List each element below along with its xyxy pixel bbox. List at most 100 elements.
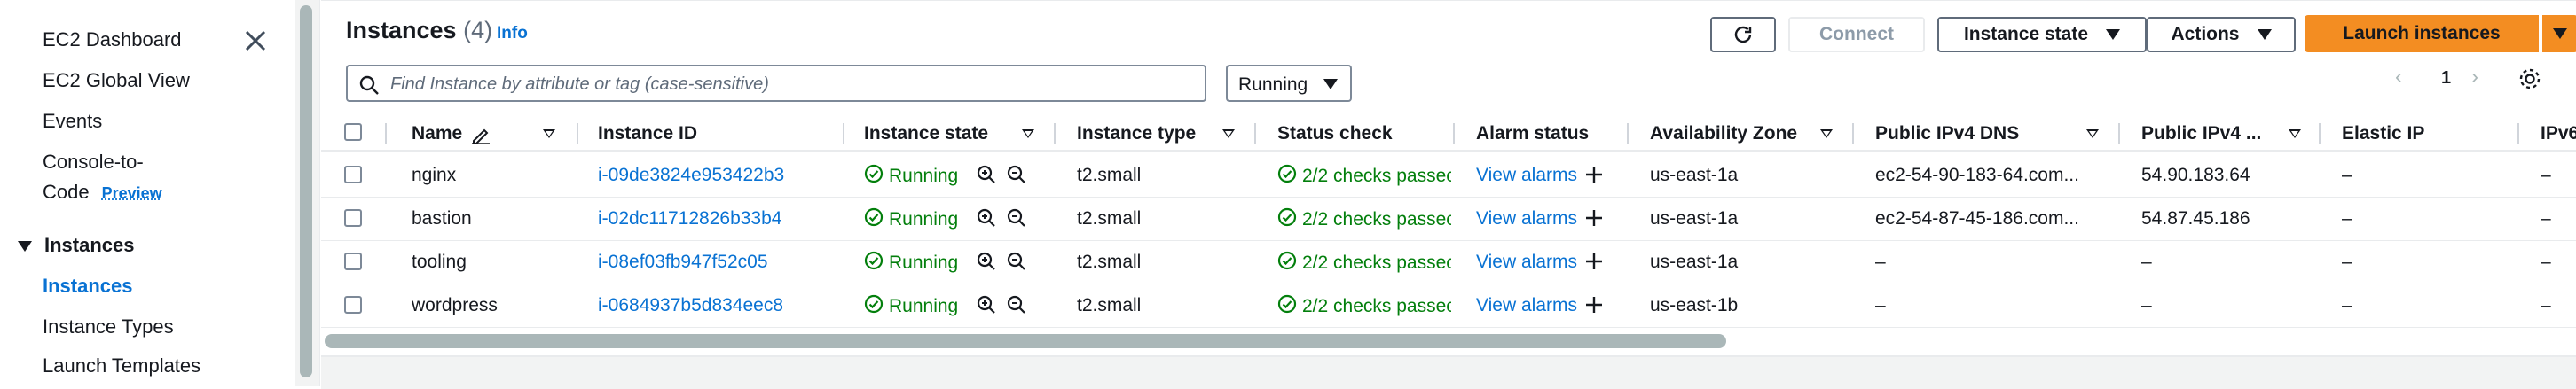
page-number[interactable]: 1	[2441, 68, 2451, 89]
gear-icon[interactable]	[2517, 66, 2542, 91]
instance-type: t2.small	[1077, 165, 1142, 185]
details-split-panel	[321, 355, 2576, 389]
column-header-instance-state[interactable]: Instance state	[864, 123, 988, 144]
public-ipv4-dns: ec2-54-87-45-186.com...	[1875, 208, 2079, 229]
sidebar-item-console-to-code[interactable]: Console-to-	[43, 151, 144, 174]
instance-state-text: Running	[889, 166, 959, 186]
column-header-availability-zone[interactable]: Availability Zone	[1650, 123, 1797, 144]
row-checkbox[interactable]	[344, 166, 362, 183]
sort-icon[interactable]	[1222, 129, 1235, 138]
column-divider	[385, 123, 387, 144]
sidebar-item-ec2-global-view[interactable]: EC2 Global View	[43, 69, 190, 92]
instance-name: wordpress	[412, 295, 498, 315]
elastic-ip: –	[2342, 295, 2352, 315]
add-alarm-icon[interactable]	[1584, 165, 1604, 189]
column-divider	[843, 123, 844, 144]
instance-name: bastion	[412, 208, 472, 229]
prev-page-icon[interactable]: ‹	[2395, 65, 2402, 89]
sidebar-section-instances[interactable]: Instances	[18, 234, 135, 257]
instance-state: Running	[864, 207, 958, 232]
public-ipv4-dns: –	[1875, 252, 1886, 272]
view-alarms-link[interactable]: View alarms	[1476, 252, 1577, 273]
sidebar-item-events[interactable]: Events	[43, 110, 102, 133]
refresh-button[interactable]	[1710, 17, 1776, 52]
instance-state-label: Instance state	[1963, 24, 2089, 44]
horizontal-scrollbar[interactable]	[325, 334, 1726, 348]
view-alarms-link[interactable]: View alarms	[1476, 295, 1577, 316]
instance-id-link[interactable]: i-02dc11712826b33b4	[598, 208, 781, 230]
sort-icon[interactable]	[2289, 129, 2301, 138]
sidebar-item-code-label: Code	[43, 181, 90, 203]
zoom-out-icon[interactable]	[1006, 294, 1027, 320]
instance-id-link[interactable]: i-09de3824e953422b3	[598, 165, 784, 186]
launch-instances-dropdown[interactable]	[2542, 15, 2576, 52]
zoom-in-icon[interactable]	[976, 207, 997, 233]
close-icon[interactable]	[241, 27, 270, 55]
table-row[interactable]: wordpress i-0684937b5d834eec8 Running t2.sm…	[321, 284, 2576, 328]
zoom-out-icon[interactable]	[1006, 164, 1027, 190]
instance-state-button[interactable]: Instance state	[1937, 17, 2147, 52]
instance-state-text: Running	[889, 209, 959, 230]
search-input[interactable]: Find Instance by attribute or tag (case-…	[346, 65, 1206, 102]
sidebar-scrollbar[interactable]	[295, 0, 320, 386]
sort-icon[interactable]	[2086, 129, 2099, 138]
sidebar-item-ec2-dashboard[interactable]: EC2 Dashboard	[43, 28, 182, 51]
ipv6: –	[2541, 252, 2551, 272]
next-page-icon[interactable]: ›	[2471, 65, 2478, 89]
column-header-instance-id[interactable]: Instance ID	[598, 123, 697, 144]
connect-button[interactable]: Connect	[1788, 17, 1925, 52]
view-alarms-link[interactable]: View alarms	[1476, 165, 1577, 186]
sidebar-item-console-to-code-line2[interactable]: Code Preview	[43, 181, 162, 204]
instance-id-link[interactable]: i-08ef03fb947f52c05	[598, 252, 768, 273]
zoom-in-icon[interactable]	[976, 294, 997, 320]
instance-id-link[interactable]: i-0684937b5d834eec8	[598, 295, 783, 316]
sidebar-item-instance-types[interactable]: Instance Types	[43, 315, 174, 338]
column-header-instance-type[interactable]: Instance type	[1077, 123, 1196, 144]
zoom-out-icon[interactable]	[1006, 207, 1027, 233]
column-header-elastic-ip[interactable]: Elastic IP	[2342, 123, 2424, 144]
add-alarm-icon[interactable]	[1584, 295, 1604, 319]
caret-down-icon	[2106, 29, 2121, 40]
column-divider	[2118, 123, 2120, 144]
status-check-icon	[1277, 164, 1297, 189]
page-title-label: Instances	[346, 17, 457, 43]
zoom-in-icon[interactable]	[976, 164, 997, 190]
public-ipv4-address: 54.90.183.64	[2141, 165, 2250, 185]
row-checkbox[interactable]	[344, 209, 362, 227]
edit-pencil-icon[interactable]	[470, 125, 491, 144]
column-header-alarm-status[interactable]: Alarm status	[1476, 123, 1589, 144]
column-header-ipv6[interactable]: IPv6	[2541, 123, 2576, 144]
add-alarm-icon[interactable]	[1584, 208, 1604, 232]
row-checkbox[interactable]	[344, 253, 362, 270]
column-header-name[interactable]: Name	[412, 123, 462, 144]
column-divider	[1254, 123, 1256, 144]
column-header-public-ipv4[interactable]: Public IPv4 ...	[2141, 123, 2261, 144]
sort-icon[interactable]	[543, 129, 555, 138]
add-alarm-icon[interactable]	[1584, 252, 1604, 276]
availability-zone: us-east-1b	[1650, 295, 1739, 315]
view-alarms-link[interactable]: View alarms	[1476, 208, 1577, 230]
launch-instances-button[interactable]: Launch instances	[2305, 15, 2539, 52]
column-header-public-ipv4-dns[interactable]: Public IPv4 DNS	[1875, 123, 2019, 144]
status-check-icon	[1277, 207, 1297, 232]
zoom-out-icon[interactable]	[1006, 251, 1027, 276]
search-icon	[359, 75, 379, 95]
state-filter-select[interactable]: Running	[1226, 65, 1352, 102]
preview-badge[interactable]: Preview	[102, 184, 162, 202]
info-link[interactable]: Info	[497, 24, 528, 43]
zoom-in-icon[interactable]	[976, 251, 997, 276]
table-row[interactable]: tooling i-08ef03fb947f52c05 Running t2.smal…	[321, 240, 2576, 284]
sort-icon[interactable]	[1022, 129, 1034, 138]
running-check-icon	[864, 294, 884, 319]
elastic-ip: –	[2342, 208, 2352, 229]
table-row[interactable]: nginx i-09de3824e953422b3 Running t2.small 2…	[321, 153, 2576, 198]
table-row[interactable]: bastion i-02dc11712826b33b4 Running t2.smal…	[321, 197, 2576, 241]
sidebar-item-instances[interactable]: Instances	[43, 275, 133, 298]
column-header-status-check[interactable]: Status check	[1277, 123, 1393, 144]
actions-button[interactable]: Actions	[2147, 17, 2296, 52]
select-all-checkbox[interactable]	[344, 123, 362, 141]
sort-icon[interactable]	[1820, 129, 1833, 138]
sidebar-item-launch-templates[interactable]: Launch Templates	[43, 354, 200, 377]
row-checkbox[interactable]	[344, 296, 362, 314]
scrollbar-thumb[interactable]	[300, 5, 312, 377]
